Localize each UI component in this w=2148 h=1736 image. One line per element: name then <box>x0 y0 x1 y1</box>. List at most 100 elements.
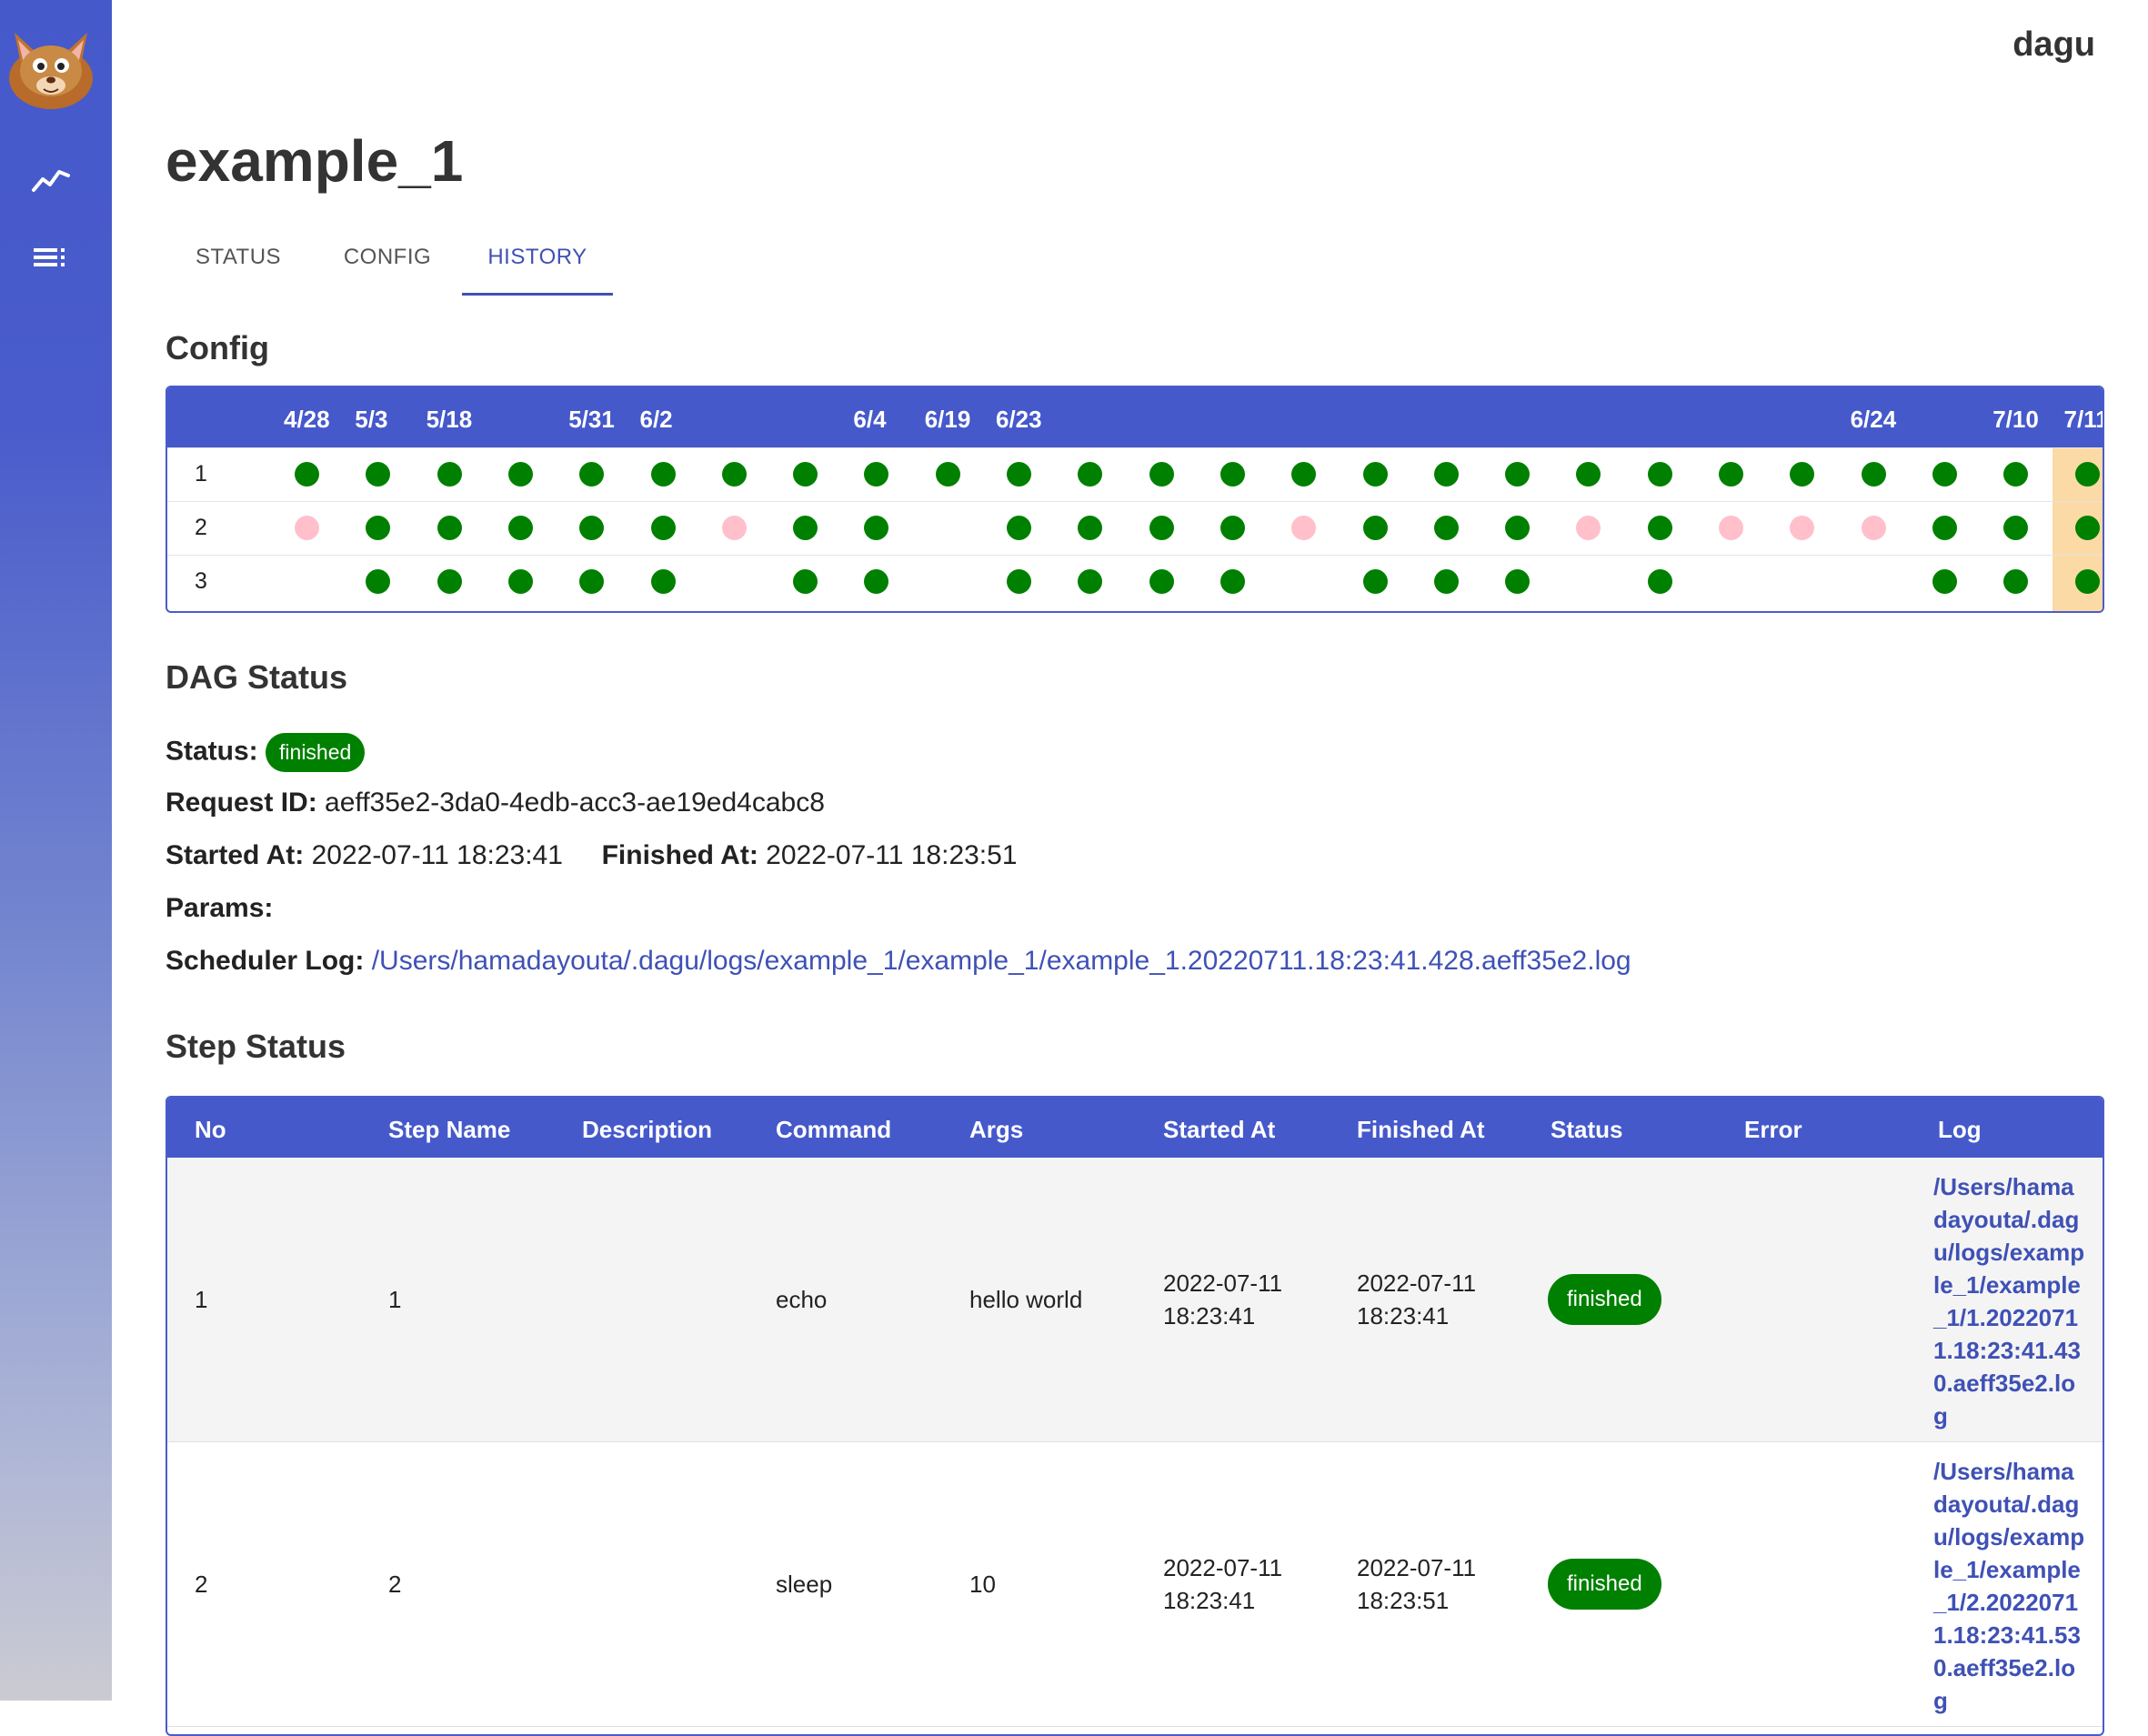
scheduler-log-link[interactable]: /Users/hamadayouta/.dagu/logs/example_1/… <box>372 946 1631 976</box>
history-success-dot[interactable] <box>2074 569 2100 594</box>
history-success-dot[interactable] <box>579 516 605 540</box>
history-success-dot[interactable] <box>1362 516 1388 540</box>
history-success-dot[interactable] <box>650 462 676 487</box>
history-success-dot[interactable] <box>1149 516 1174 540</box>
history-success-dot[interactable] <box>507 516 533 540</box>
history-error-dot[interactable] <box>721 516 747 540</box>
history-success-dot[interactable] <box>507 569 533 594</box>
history-success-dot[interactable] <box>1647 462 1672 487</box>
history-success-dot[interactable] <box>1647 569 1672 594</box>
history-success-dot[interactable] <box>793 569 818 594</box>
history-success-dot[interactable] <box>366 569 391 594</box>
log-link[interactable]: /Users/hamadayouta/.dagu/logs/example_1/… <box>1933 1170 2088 1432</box>
history-success-dot[interactable] <box>1505 569 1531 594</box>
history-success-dot[interactable] <box>366 462 391 487</box>
history-success-dot[interactable] <box>1932 462 1957 487</box>
history-success-dot[interactable] <box>1505 462 1531 487</box>
history-success-dot[interactable] <box>793 462 818 487</box>
started-time: 18:23:41 <box>1163 1302 1256 1330</box>
history-success-dot[interactable] <box>864 462 889 487</box>
col-no: No <box>195 1116 226 1143</box>
app-brand: dagu <box>2012 25 2095 64</box>
history-success-dot[interactable] <box>935 462 960 487</box>
history-success-dot[interactable] <box>1932 516 1957 540</box>
history-error-dot[interactable] <box>1719 516 1743 540</box>
history-success-dot[interactable] <box>1433 516 1459 540</box>
history-success-dot[interactable] <box>721 462 747 487</box>
col-command: Command <box>776 1116 892 1143</box>
history-success-dot[interactable] <box>1291 462 1317 487</box>
started-label: Started At: <box>166 840 305 870</box>
status-label: Status: <box>166 736 258 767</box>
history-success-dot[interactable] <box>295 462 319 487</box>
history-success-dot[interactable] <box>579 462 605 487</box>
history-success-dot[interactable] <box>1078 516 1103 540</box>
history-date-label: 6/24 <box>1850 406 1897 433</box>
history-success-dot[interactable] <box>1220 516 1245 540</box>
cell-started-at: 2022-07-11 18:23:41 <box>1163 1551 1309 1617</box>
cell-no: 1 <box>195 1286 208 1313</box>
history-success-dot[interactable] <box>1220 569 1245 594</box>
history-success-dot[interactable] <box>650 516 676 540</box>
history-success-dot[interactable] <box>1149 569 1174 594</box>
history-success-dot[interactable] <box>1007 462 1031 487</box>
history-success-dot[interactable] <box>1078 569 1103 594</box>
history-error-dot[interactable] <box>295 516 319 540</box>
col-log: Log <box>1938 1116 1982 1143</box>
history-success-dot[interactable] <box>1433 569 1459 594</box>
history-success-dot[interactable] <box>1932 569 1957 594</box>
chart-icon[interactable] <box>30 159 72 201</box>
history-success-dot[interactable] <box>2003 569 2029 594</box>
tab-config[interactable]: CONFIG <box>315 229 460 293</box>
history-success-dot[interactable] <box>1007 516 1031 540</box>
request-id-label: Request ID: <box>166 788 317 818</box>
history-success-dot[interactable] <box>437 516 462 540</box>
status-badge: finished <box>1548 1559 1661 1610</box>
cell-step-name: 2 <box>388 1570 402 1598</box>
history-row: 3 <box>167 555 2103 608</box>
cell-args: hello world <box>969 1286 1083 1313</box>
history-success-dot[interactable] <box>1362 569 1388 594</box>
history-success-dot[interactable] <box>1647 516 1672 540</box>
history-success-dot[interactable] <box>1007 569 1031 594</box>
col-status: Status <box>1551 1116 1623 1143</box>
history-success-dot[interactable] <box>1149 462 1174 487</box>
history-success-dot[interactable] <box>1719 462 1743 487</box>
history-success-dot[interactable] <box>1576 462 1601 487</box>
history-success-dot[interactable] <box>579 569 605 594</box>
history-success-dot[interactable] <box>1790 462 1815 487</box>
dagu-logo-icon[interactable] <box>4 15 98 109</box>
history-success-dot[interactable] <box>650 569 676 594</box>
history-error-dot[interactable] <box>1790 516 1815 540</box>
list-icon[interactable] <box>30 238 72 280</box>
table-row: 2 2 sleep 10 2022-07-11 18:23:41 2022-07… <box>167 1442 2103 1727</box>
history-success-dot[interactable] <box>366 516 391 540</box>
tab-status[interactable]: STATUS <box>166 229 311 293</box>
history-error-dot[interactable] <box>1576 516 1601 540</box>
history-success-dot[interactable] <box>2003 516 2029 540</box>
history-success-dot[interactable] <box>1505 516 1531 540</box>
history-success-dot[interactable] <box>437 462 462 487</box>
history-success-dot[interactable] <box>437 569 462 594</box>
history-success-dot[interactable] <box>1220 462 1245 487</box>
history-success-dot[interactable] <box>507 462 533 487</box>
history-success-dot[interactable] <box>2003 462 2029 487</box>
table-row: 1 1 echo hello world 2022-07-11 18:23:41… <box>167 1158 2103 1442</box>
history-success-dot[interactable] <box>1078 462 1103 487</box>
history-success-dot[interactable] <box>1861 462 1886 487</box>
history-date-label: 6/2 <box>639 406 673 433</box>
history-error-dot[interactable] <box>1291 516 1317 540</box>
history-success-dot[interactable] <box>2074 462 2100 487</box>
log-link[interactable]: /Users/hamadayouta/.dagu/logs/example_1/… <box>1933 1455 2088 1717</box>
started-date: 2022-07-11 <box>1163 1554 1283 1581</box>
history-success-dot[interactable] <box>2074 516 2100 540</box>
history-success-dot[interactable] <box>1362 462 1388 487</box>
history-success-dot[interactable] <box>864 516 889 540</box>
col-args: Args <box>969 1116 1024 1143</box>
history-success-dot[interactable] <box>1433 462 1459 487</box>
history-success-dot[interactable] <box>864 569 889 594</box>
tab-history[interactable]: HISTORY <box>462 229 613 296</box>
history-error-dot[interactable] <box>1861 516 1886 540</box>
history-success-dot[interactable] <box>793 516 818 540</box>
started-time: 18:23:41 <box>1163 1587 1256 1614</box>
